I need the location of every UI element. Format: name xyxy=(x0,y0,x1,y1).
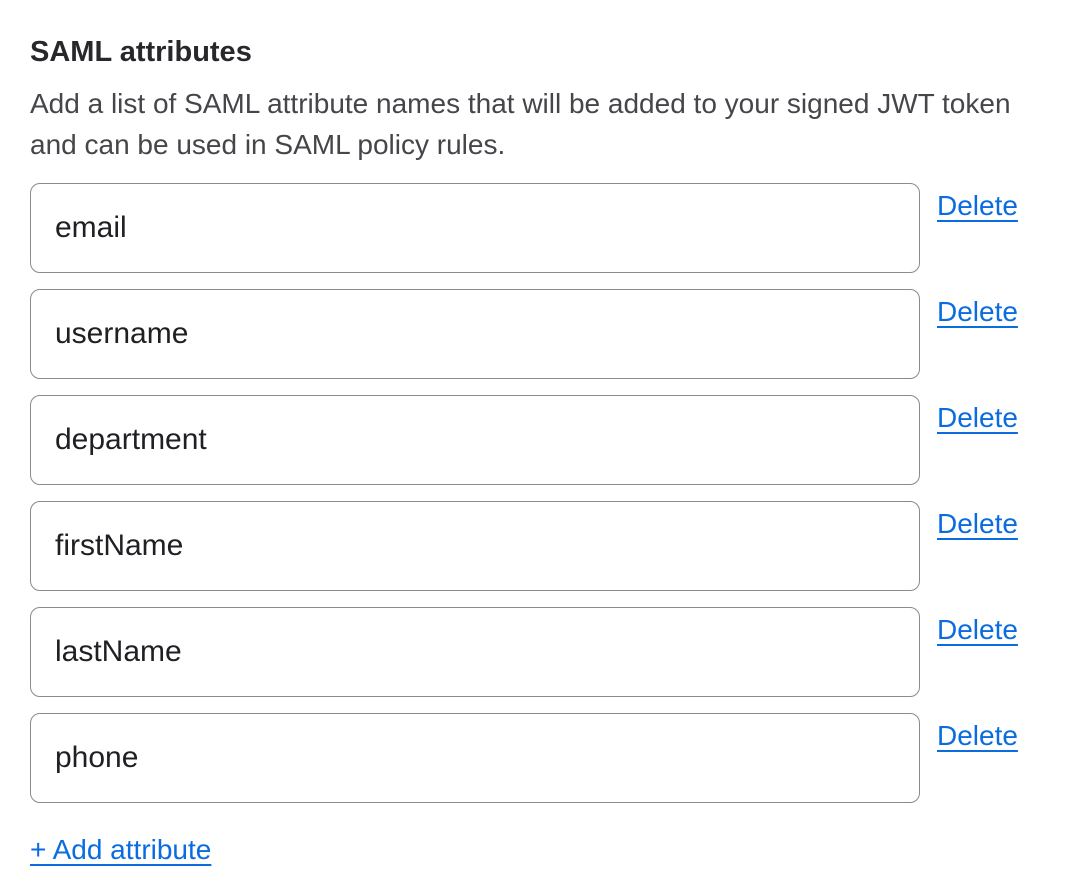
attribute-row: Delete xyxy=(30,713,1036,803)
delete-link[interactable]: Delete xyxy=(937,295,1018,329)
attribute-name-input[interactable] xyxy=(30,289,920,379)
attribute-name-input[interactable] xyxy=(30,607,920,697)
attribute-name-input[interactable] xyxy=(30,501,920,591)
attribute-name-input[interactable] xyxy=(30,395,920,485)
delete-link[interactable]: Delete xyxy=(937,613,1018,647)
attribute-row: Delete xyxy=(30,501,1036,591)
section-description: Add a list of SAML attribute names that … xyxy=(30,83,1036,165)
delete-link[interactable]: Delete xyxy=(937,401,1018,435)
attribute-name-input[interactable] xyxy=(30,183,920,273)
page-title: SAML attributes xyxy=(30,34,1036,70)
attribute-row: Delete xyxy=(30,289,1036,379)
delete-link[interactable]: Delete xyxy=(937,719,1018,753)
delete-link[interactable]: Delete xyxy=(937,507,1018,541)
attribute-name-input[interactable] xyxy=(30,713,920,803)
saml-attributes-section: SAML attributes Add a list of SAML attri… xyxy=(0,0,1066,867)
attribute-row: Delete xyxy=(30,395,1036,485)
delete-link[interactable]: Delete xyxy=(937,189,1018,223)
add-attribute-link[interactable]: + Add attribute xyxy=(30,833,211,867)
attribute-row: Delete xyxy=(30,607,1036,697)
attribute-row: Delete xyxy=(30,183,1036,273)
attribute-list: Delete Delete Delete Delete Delete Delet… xyxy=(30,183,1036,803)
